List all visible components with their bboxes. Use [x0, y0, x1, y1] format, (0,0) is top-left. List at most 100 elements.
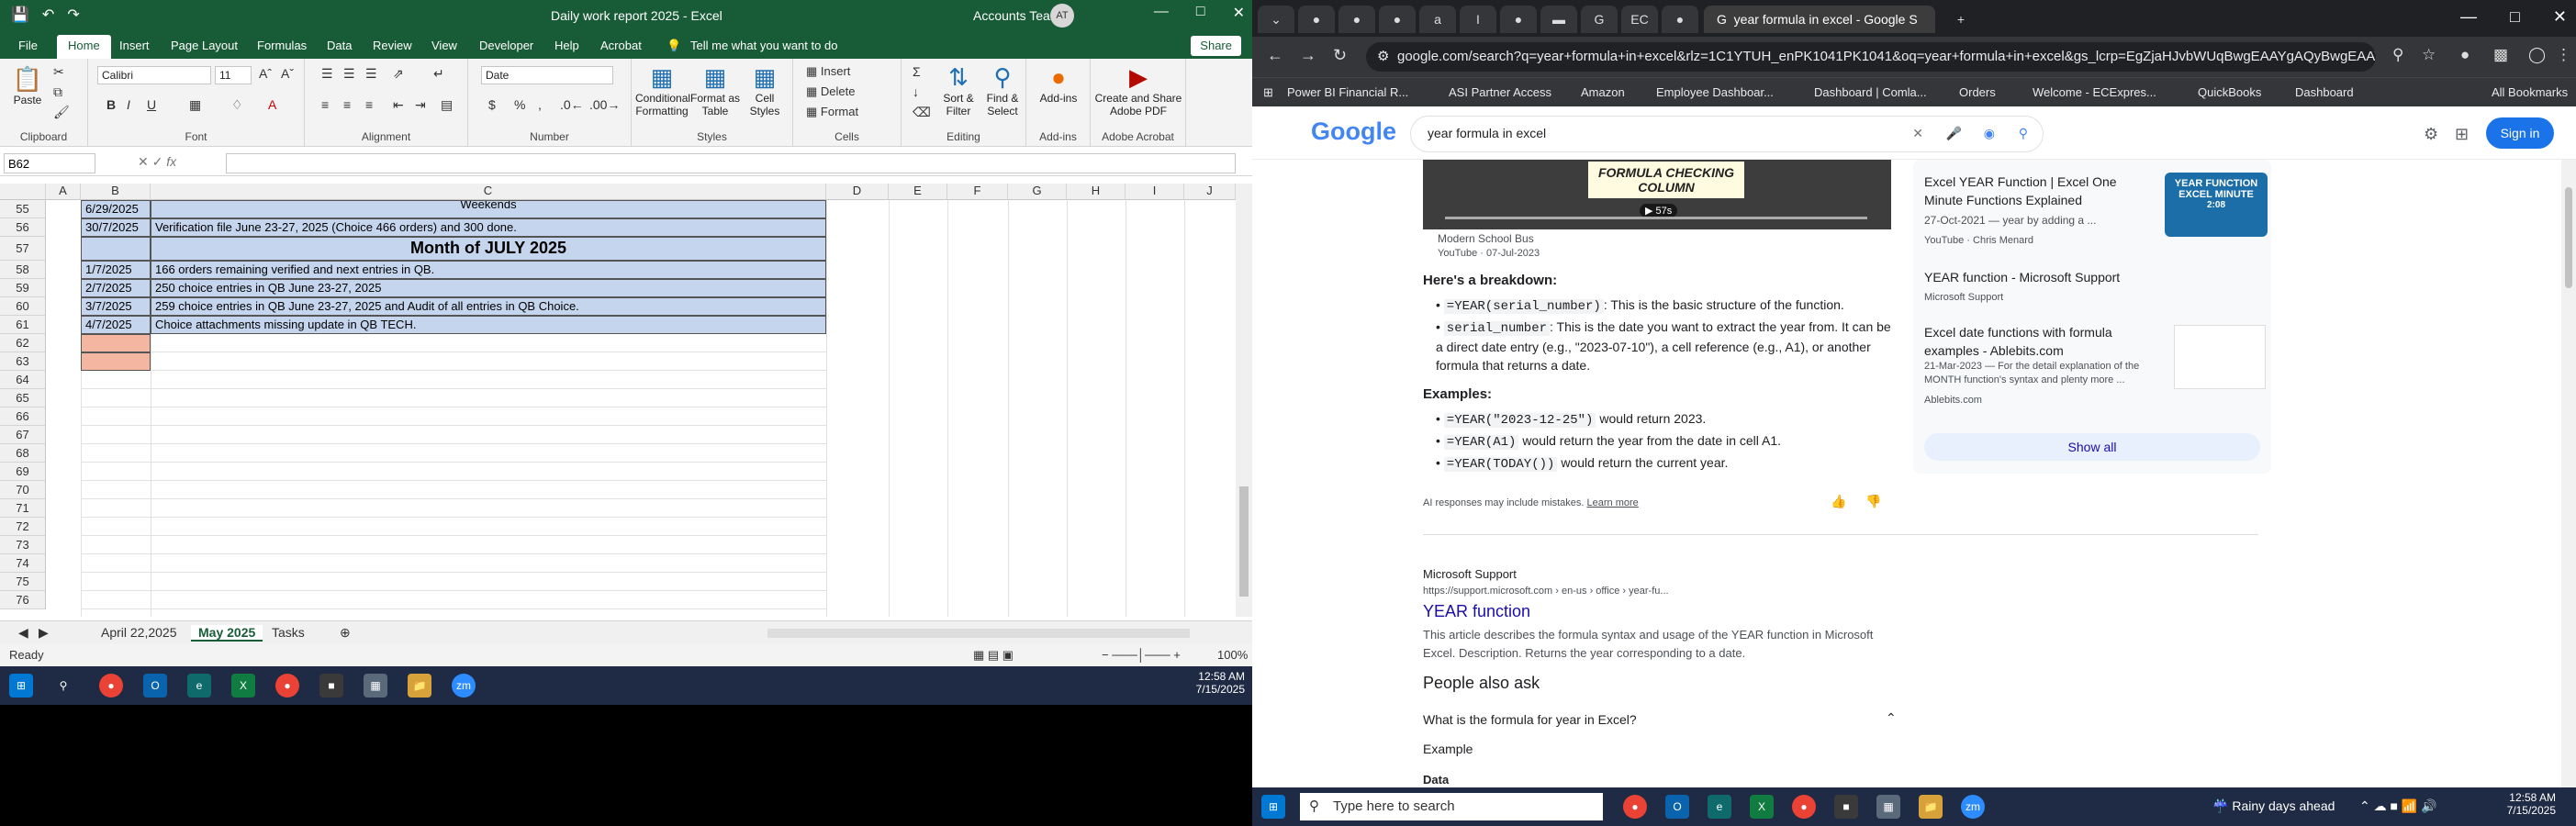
- tab-review[interactable]: Review: [373, 39, 412, 52]
- tab-google-search[interactable]: G year formula in excel - Google S ✕: [1704, 6, 1935, 54]
- clear-search-icon[interactable]: ✕: [1912, 126, 1923, 141]
- cell-b[interactable]: [81, 481, 151, 499]
- taskbar-search[interactable]: ⚲ Type here to search: [1300, 793, 1603, 820]
- minimize-icon[interactable]: —: [1154, 4, 1169, 22]
- row-header[interactable]: 75: [0, 573, 46, 591]
- conditional-formatting-button[interactable]: ▦ Conditional Formatting: [635, 62, 690, 117]
- cell-b[interactable]: [81, 499, 151, 518]
- cell-b[interactable]: [81, 389, 151, 407]
- copy-icon[interactable]: ⧉: [53, 84, 62, 100]
- tab-insert[interactable]: Insert: [119, 39, 150, 52]
- cell-b[interactable]: [81, 554, 151, 573]
- cell-c[interactable]: [151, 591, 826, 609]
- pinned-tab-7[interactable]: ▬: [1540, 6, 1577, 33]
- cell-c[interactable]: Weekends: [151, 200, 826, 218]
- bookmark-quickbooks[interactable]: QuickBooks: [2198, 85, 2261, 99]
- cell-c[interactable]: [151, 444, 826, 463]
- address-bar[interactable]: ⚙ google.com/search?q=year+formula+in+ex…: [1366, 42, 2376, 72]
- column-header[interactable]: E: [889, 184, 947, 200]
- menu-icon[interactable]: ⋮: [2556, 46, 2571, 64]
- show-all-button[interactable]: Show all: [1924, 433, 2260, 461]
- bookmark-asi[interactable]: ASI Partner Access: [1449, 85, 1551, 99]
- app-icon[interactable]: ■: [319, 674, 343, 698]
- cell-b[interactable]: [81, 591, 151, 609]
- column-header[interactable]: A: [46, 184, 81, 200]
- tab-help[interactable]: Help: [554, 39, 579, 52]
- font-size-select[interactable]: 11: [215, 66, 252, 84]
- cell-c[interactable]: [151, 536, 826, 554]
- search-icon[interactable]: ⚲: [51, 674, 75, 698]
- pinned-tab-2[interactable]: ●: [1338, 6, 1375, 33]
- row-header[interactable]: 64: [0, 371, 46, 389]
- sheet-tab-may[interactable]: May 2025: [191, 625, 263, 642]
- bookmark-ecexpress[interactable]: Welcome - ECExpres...: [2033, 85, 2156, 99]
- undo-icon[interactable]: ↶: [42, 6, 54, 24]
- cell-c[interactable]: [151, 499, 826, 518]
- edge-icon[interactable]: e: [187, 674, 211, 698]
- align-right-icon[interactable]: ≡: [365, 97, 373, 112]
- row-header[interactable]: 56: [0, 218, 46, 237]
- row-header[interactable]: 65: [0, 389, 46, 407]
- add-sheet-icon[interactable]: ⊕: [340, 625, 351, 641]
- bookmark-dashboard[interactable]: Dashboard: [2295, 85, 2354, 99]
- cell-b[interactable]: 6/29/2025: [81, 200, 151, 218]
- row-header[interactable]: 73: [0, 536, 46, 554]
- row-header[interactable]: 58: [0, 261, 46, 279]
- column-header[interactable]: G: [1008, 184, 1067, 200]
- cell-c[interactable]: [151, 463, 826, 481]
- cell-c[interactable]: [151, 518, 826, 536]
- pinned-tab-6[interactable]: ●: [1500, 6, 1537, 33]
- row-header[interactable]: 62: [0, 334, 46, 352]
- tab-formulas[interactable]: Formulas: [257, 39, 307, 52]
- paste-button[interactable]: 📋 Paste: [9, 64, 46, 106]
- side-result-thumb-3[interactable]: [2174, 325, 2266, 389]
- view-buttons[interactable]: ▦ ▤ ▣: [973, 648, 1014, 663]
- weather-widget[interactable]: ☔ Rainy days ahead: [2212, 798, 2335, 814]
- cell-c[interactable]: 166 orders remaining verified and next e…: [151, 261, 826, 279]
- windows-start-icon[interactable]: ⊞: [1261, 795, 1285, 819]
- tell-me-box[interactable]: Tell me what you want to do: [690, 39, 837, 52]
- increase-font-icon[interactable]: Aˆ: [259, 66, 272, 81]
- currency-icon[interactable]: $: [488, 97, 496, 112]
- cell-b[interactable]: [81, 444, 151, 463]
- column-header[interactable]: D: [826, 184, 889, 200]
- google-logo[interactable]: Google: [1311, 117, 1396, 146]
- column-header[interactable]: B: [81, 184, 151, 200]
- result-title[interactable]: YEAR function: [1423, 602, 1530, 620]
- site-info-icon[interactable]: ⚙: [1377, 48, 1389, 64]
- zoom-slider[interactable]: − ───│─── +: [1102, 648, 1181, 662]
- cell-c[interactable]: [151, 371, 826, 389]
- cell-b[interactable]: [81, 426, 151, 444]
- save-icon[interactable]: 💾: [11, 6, 29, 24]
- cell-c[interactable]: [151, 334, 826, 352]
- select-all-corner[interactable]: [0, 184, 46, 200]
- fill-color-icon[interactable]: ♢: [231, 97, 243, 113]
- row-header[interactable]: 57: [0, 237, 46, 261]
- share-button[interactable]: Share: [1191, 36, 1241, 56]
- align-left-icon[interactable]: ≡: [321, 97, 329, 112]
- cell-c[interactable]: [151, 352, 826, 371]
- windows-start-icon[interactable]: ⊞: [9, 674, 33, 698]
- cell-c[interactable]: 250 choice entries in QB June 23-27, 202…: [151, 279, 826, 297]
- video-thumbnail[interactable]: FORMULA CHECKING COLUMN ▶ 57s: [1423, 160, 1891, 229]
- row-header[interactable]: 74: [0, 554, 46, 573]
- column-header[interactable]: J: [1184, 184, 1236, 200]
- back-icon[interactable]: ←: [1267, 46, 1283, 65]
- create-share-pdf-button[interactable]: ▶ Create and Share Adobe PDF: [1092, 62, 1184, 117]
- extension-icon[interactable]: ●: [2460, 46, 2470, 64]
- sheet-tab-april[interactable]: April 22,2025: [101, 625, 177, 640]
- file-explorer-icon[interactable]: 📁: [408, 674, 431, 698]
- zoom-app-icon[interactable]: zm: [452, 674, 476, 698]
- tab-view[interactable]: View: [431, 39, 457, 52]
- row-header[interactable]: 60: [0, 297, 46, 316]
- extensions-puzzle-icon[interactable]: ▩: [2493, 46, 2508, 64]
- format-as-table-button[interactable]: ▦ Format as Table: [690, 62, 740, 117]
- italic-icon[interactable]: I: [127, 97, 130, 112]
- delete-cells-button[interactable]: ▦ Delete: [806, 84, 855, 99]
- vertical-scrollbar[interactable]: [1236, 184, 1252, 617]
- merge-center-icon[interactable]: ▤: [441, 97, 453, 113]
- cut-icon[interactable]: ✂: [53, 64, 64, 80]
- calculator-icon[interactable]: ▦: [364, 674, 387, 698]
- tab-search-icon[interactable]: ⌄: [1258, 6, 1294, 33]
- outlook-icon[interactable]: O: [1665, 795, 1689, 819]
